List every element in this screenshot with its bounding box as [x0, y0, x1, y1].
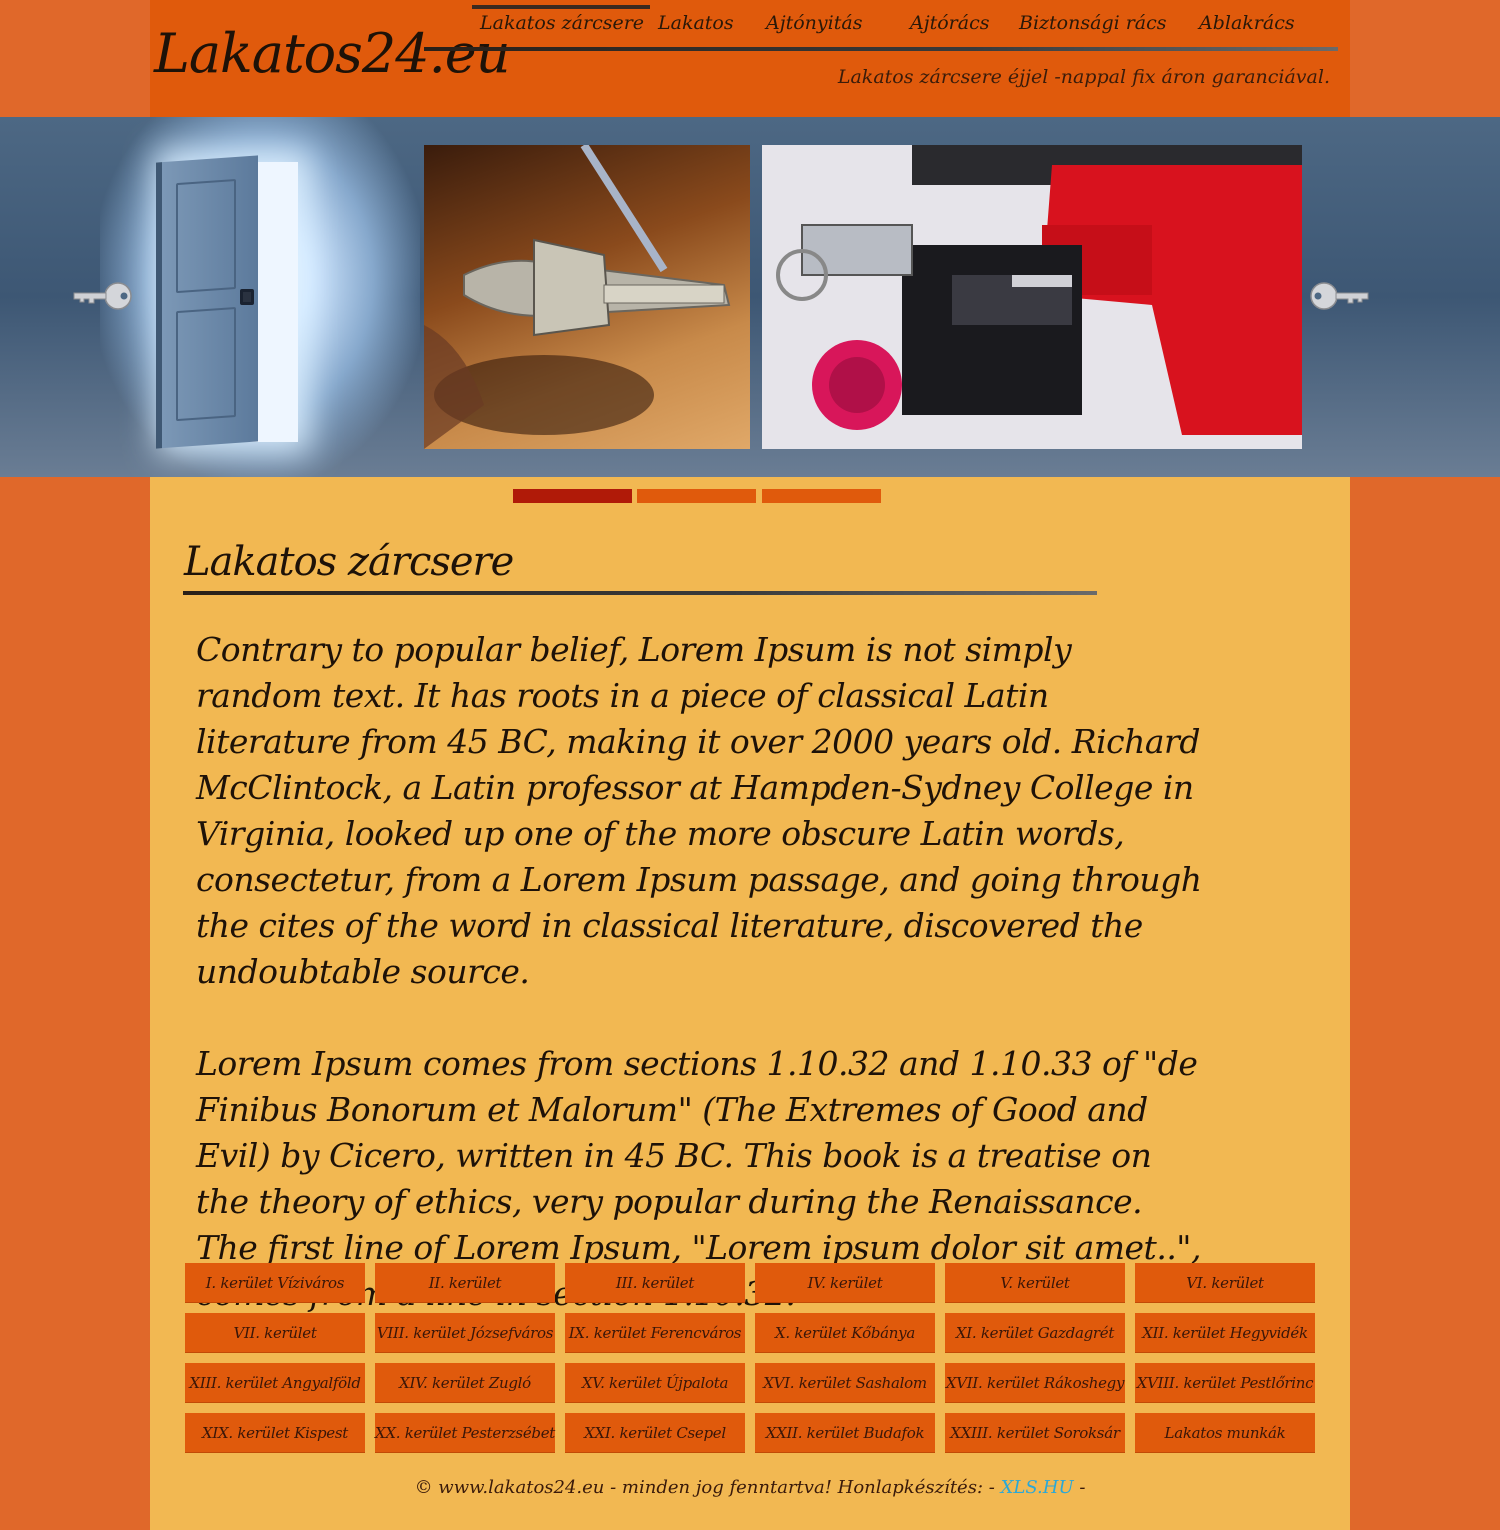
slider-dot-2[interactable]: [637, 489, 756, 503]
header-tagline: Lakatos zárcsere éjjel -nappal fix áron …: [837, 66, 1330, 88]
district-link[interactable]: I. kerület Víziváros: [185, 1263, 365, 1303]
nav-item-lakatos-zarcsere[interactable]: Lakatos zárcsere: [471, 5, 651, 48]
key-left-icon[interactable]: [72, 281, 134, 311]
hero-banner: [0, 117, 1500, 477]
main-content: Lakatos zárcsere Contrary to popular bel…: [150, 477, 1350, 1530]
site-logo[interactable]: Lakatos24.eu: [154, 22, 511, 85]
district-link[interactable]: XIV. kerület Zugló: [375, 1363, 555, 1403]
district-link[interactable]: XVI. kerület Sashalom: [755, 1363, 935, 1403]
district-link[interactable]: XX. kerület Pesterzsébet: [375, 1413, 555, 1453]
district-link[interactable]: XIX. kerület Kispest: [185, 1413, 365, 1453]
slider-dot-1[interactable]: [513, 489, 632, 503]
district-link[interactable]: XII. kerület Hegyvidék: [1135, 1313, 1315, 1353]
article-paragraph: Contrary to popular belief, Lorem Ipsum …: [196, 630, 1202, 991]
slider-dot-3[interactable]: [762, 489, 881, 503]
district-link[interactable]: XVIII. kerület Pestlőrinc: [1135, 1363, 1315, 1403]
site-header: Lakatos24.eu Lakatos zárcsere Lakatos Aj…: [150, 0, 1350, 117]
district-link[interactable]: VII. kerület: [185, 1313, 365, 1353]
district-link[interactable]: XIII. kerület Angyalföld: [185, 1363, 365, 1403]
nav-item-ablakracs[interactable]: Ablakrács: [1199, 12, 1295, 48]
district-link[interactable]: XI. kerület Gazdagrét: [945, 1313, 1125, 1353]
district-link[interactable]: II. kerület: [375, 1263, 555, 1303]
district-link[interactable]: III. kerület: [565, 1263, 745, 1303]
footer-suffix: -: [1079, 1477, 1086, 1498]
district-link[interactable]: XXII. kerület Budafok: [755, 1413, 935, 1453]
nav-item-ajtoracs[interactable]: Ajtórács: [910, 12, 990, 48]
article-body: Contrary to popular belief, Lorem Ipsum …: [196, 627, 1206, 1363]
district-link[interactable]: XXIII. kerület Soroksár: [945, 1413, 1125, 1453]
district-link[interactable]: Lakatos munkák: [1135, 1413, 1315, 1453]
district-link[interactable]: X. kerület Kőbánya: [755, 1313, 935, 1353]
site-footer: © www.lakatos24.eu - minden jog fenntart…: [150, 1477, 1350, 1498]
district-link[interactable]: IV. kerület: [755, 1263, 935, 1303]
nav-item-ajtonyitas[interactable]: Ajtónyitás: [766, 12, 862, 48]
title-divider: [183, 591, 1097, 595]
page-title: Lakatos zárcsere: [184, 539, 514, 585]
footer-copyright: © www.lakatos24.eu - minden jog fenntart…: [414, 1477, 995, 1498]
slide-photo-key: [424, 145, 750, 449]
district-link[interactable]: IX. kerület Ferencváros: [565, 1313, 745, 1353]
district-link[interactable]: XXI. kerület Csepel: [565, 1413, 745, 1453]
district-link[interactable]: VI. kerület: [1135, 1263, 1315, 1303]
district-link[interactable]: V. kerület: [945, 1263, 1125, 1303]
nav-item-lakatos[interactable]: Lakatos: [658, 12, 734, 48]
footer-credit-link[interactable]: XLS.HU: [1001, 1477, 1074, 1498]
district-link[interactable]: XVII. kerület Rákoshegy: [945, 1363, 1125, 1403]
district-link[interactable]: VIII. kerület Józsefváros: [375, 1313, 555, 1353]
district-link[interactable]: XV. kerület Újpalota: [565, 1363, 745, 1403]
key-right-icon[interactable]: [1308, 281, 1370, 311]
nav-item-biztonsagi-racs[interactable]: Biztonsági rács: [1019, 12, 1167, 48]
slide-photo-key-machine: [762, 145, 1302, 449]
door-handle: [240, 289, 254, 305]
